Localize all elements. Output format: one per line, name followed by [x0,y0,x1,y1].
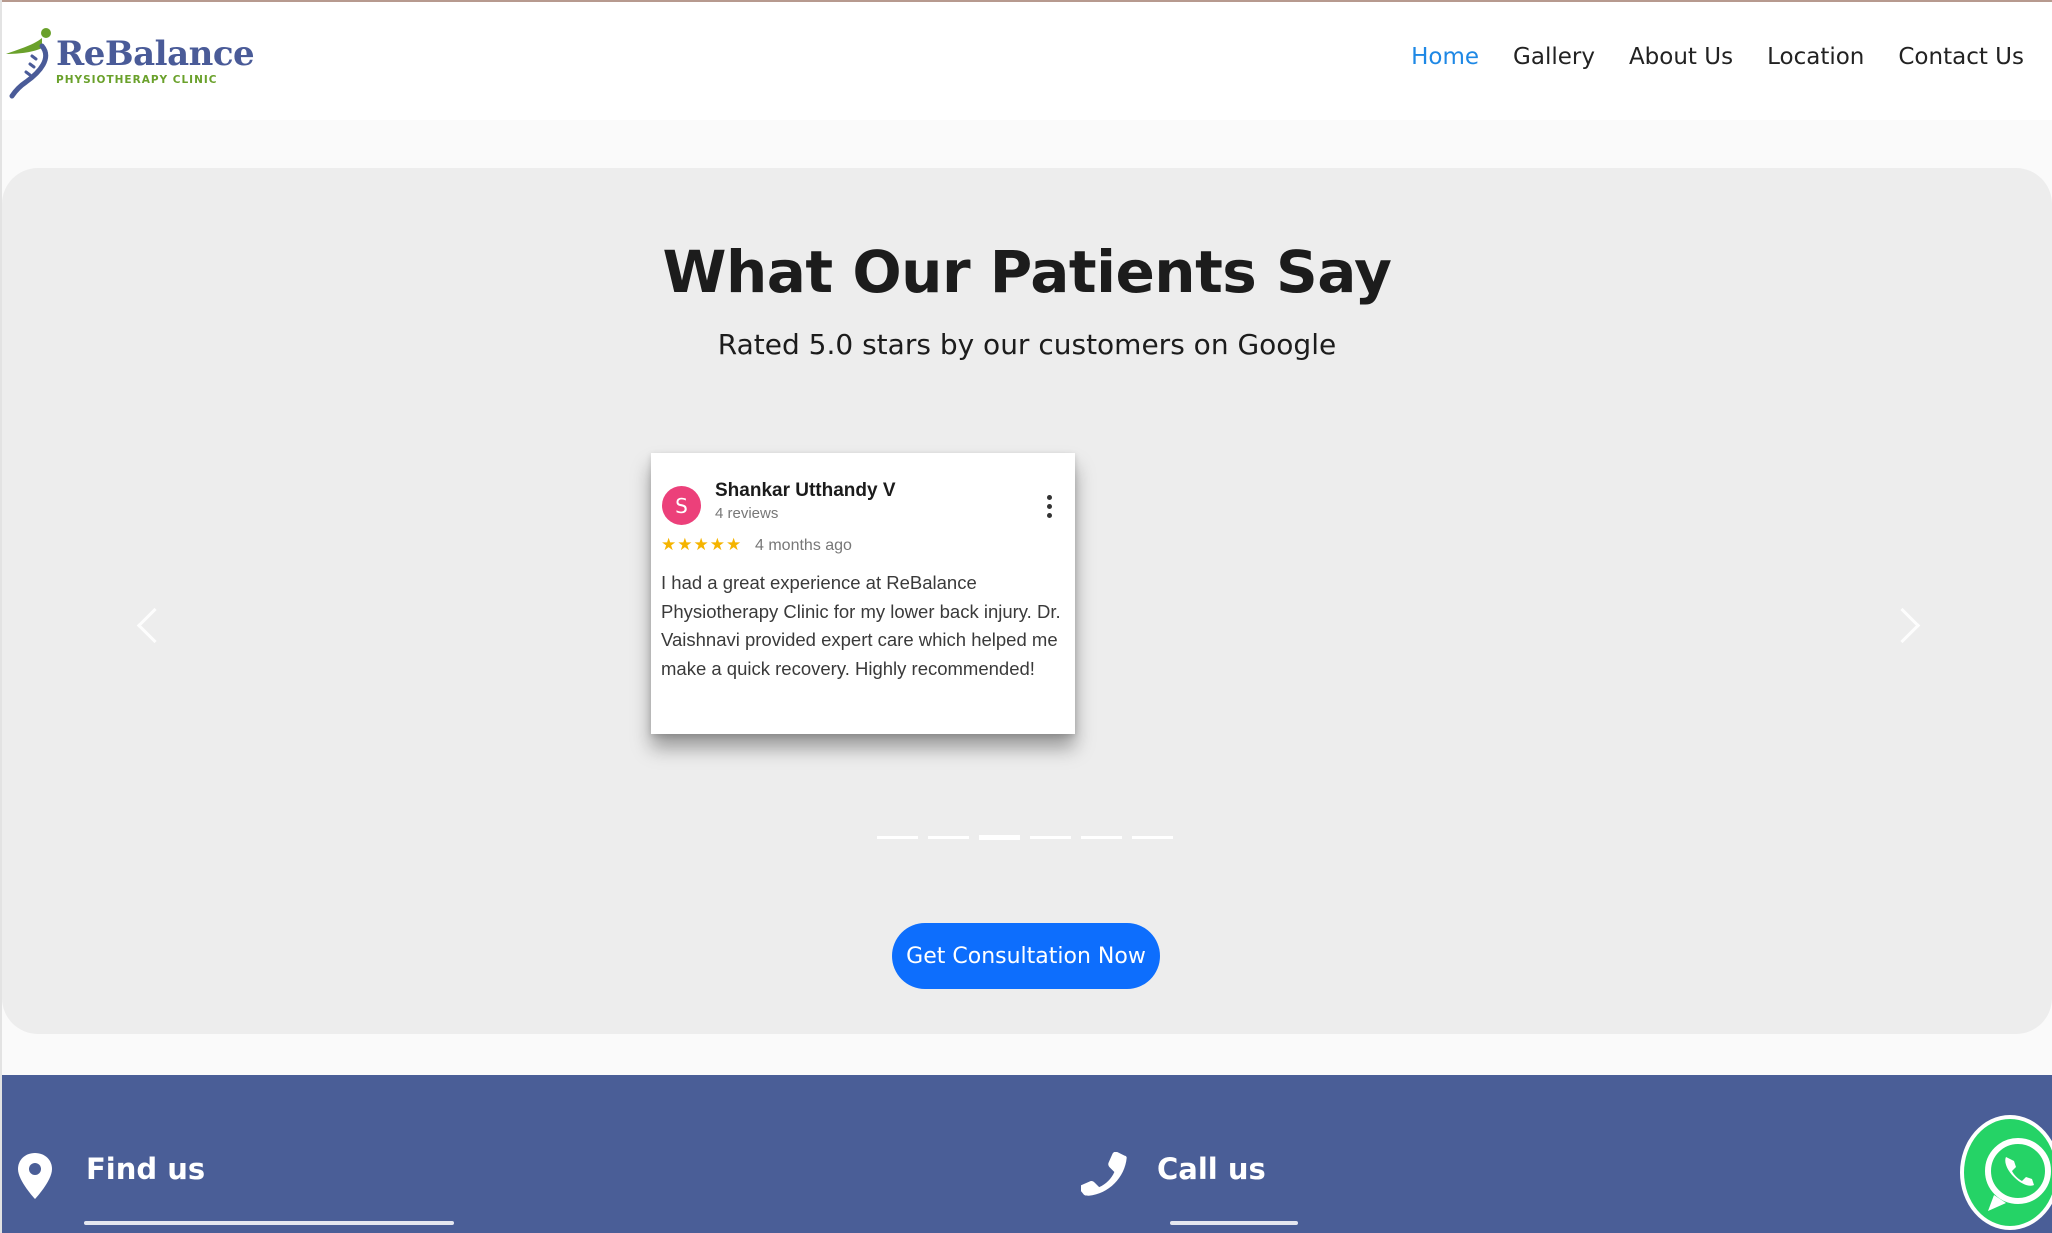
review-text: I had a great experience at ReBalance Ph… [661,572,1061,679]
map-pin-icon [18,1153,52,1199]
carousel-dot[interactable] [877,836,918,839]
spine-figure-logo-icon [6,28,51,99]
nav-gallery[interactable]: Gallery [1513,44,1595,70]
nav-contact-us[interactable]: Contact Us [1898,44,2024,70]
left-border [0,0,2,1233]
nav-home[interactable]: Home [1411,44,1479,70]
carousel-dot[interactable] [1132,836,1173,839]
site-footer: Find us Call us [2,1075,2052,1233]
star-rating: ★★★★★ [661,535,743,554]
section-subtitle: Rated 5.0 stars by our customers on Goog… [717,328,1337,361]
carousel-dot[interactable] [928,836,969,839]
more-vertical-icon[interactable] [1047,495,1053,518]
carousel-dot-active[interactable] [979,835,1020,840]
main-nav: Home Gallery About Us Location Contact U… [1411,44,2024,70]
chevron-left-icon[interactable] [136,607,173,644]
carousel-dot[interactable] [1081,836,1122,839]
whatsapp-icon [1985,1138,2051,1211]
brand-logo[interactable]: ReBalance PHYSIOTHERAPY CLINIC [2,24,255,99]
carousel-indicators [877,835,1173,840]
nav-about-us[interactable]: About Us [1629,44,1733,70]
avatar: S [662,486,701,525]
address-text-cropped [84,1221,454,1225]
brand-name: ReBalance [56,34,255,74]
call-us-heading: Call us [1157,1152,1266,1186]
site-header: ReBalance PHYSIOTHERAPY CLINIC Home Gall… [0,2,2052,120]
brand-tagline: PHYSIOTHERAPY CLINIC [56,74,218,86]
carousel-dot[interactable] [1030,836,1071,839]
section-title: What Our Patients Say [662,238,1392,306]
nav-location[interactable]: Location [1767,44,1864,70]
review-time: 4 months ago [755,537,852,554]
whatsapp-chat-button[interactable] [1960,1115,2052,1230]
testimonials-section: What Our Patients Say Rated 5.0 stars by… [2,168,2052,1034]
get-consultation-button[interactable]: Get Consultation Now [892,923,1160,989]
reviewer-name: Shankar Utthandy V [715,480,896,501]
review-count: 4 reviews [715,505,779,522]
find-us-heading: Find us [86,1152,206,1186]
phone-icon [1081,1152,1127,1196]
chevron-right-icon[interactable] [1884,607,1921,644]
review-card: S Shankar Utthandy V 4 reviews ★★★★★ 4 m… [651,453,1075,734]
phone-text-cropped [1170,1221,1298,1225]
